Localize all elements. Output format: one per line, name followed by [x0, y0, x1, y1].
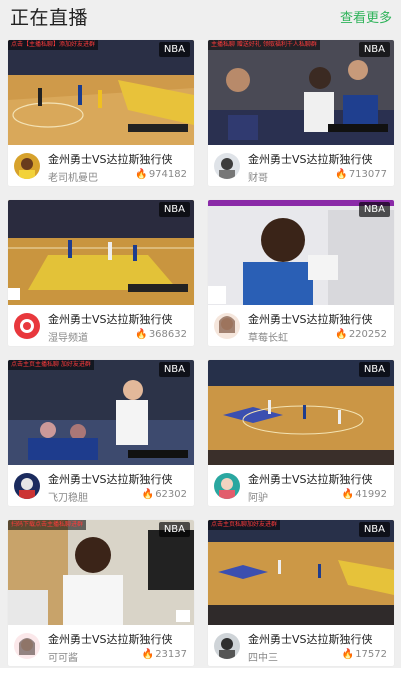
view-count-value: 220252 — [348, 329, 387, 340]
nba-badge: NBA — [358, 42, 390, 57]
streamer-name: 四中三 — [248, 653, 278, 664]
live-grid: 点击【主播私聊】添加好友进群 NBA 金州勇士VS达拉斯独行侠 老司机曼巴 🔥9… — [0, 0, 401, 675]
avatar[interactable] — [214, 633, 240, 659]
view-count-value: 368632 — [148, 329, 187, 340]
live-card[interactable]: 点击主页主播私聊 加好友进群 NBA 金州勇士VS达拉斯独行侠 飞刀稳胆 🔥62… — [8, 360, 194, 506]
card-info: 金州勇士VS达拉斯独行侠 飞刀稳胆 🔥62302 — [8, 465, 194, 506]
stream-thumbnail[interactable]: 点击主页主播私聊 加好友进群 NBA — [8, 360, 194, 465]
view-count: 🔥713077 — [335, 169, 387, 180]
avatar[interactable] — [214, 153, 240, 179]
fire-icon: 🔥 — [135, 169, 148, 180]
promo-overlay: 主播私聊 赠送好礼 领取福利千人私聊群 — [208, 40, 320, 50]
nba-badge: NBA — [158, 362, 190, 377]
view-count: 🔥62302 — [142, 489, 187, 500]
match-title: 金州勇士VS达拉斯独行侠 — [48, 633, 173, 646]
card-info: 金州勇士VS达拉斯独行侠 财哥 🔥713077 — [208, 145, 394, 186]
avatar[interactable] — [14, 313, 40, 339]
stream-thumbnail[interactable]: NBA — [208, 200, 394, 305]
nba-badge: NBA — [358, 202, 390, 217]
card-info: 金州勇士VS达拉斯独行侠 草莓长虹 🔥220252 — [208, 305, 394, 346]
streamer-name: 草莓长虹 — [248, 333, 288, 344]
promo-overlay: 点击主页主播私聊 加好友进群 — [8, 360, 94, 370]
live-card[interactable]: 主播私聊 赠送好礼 领取福利千人私聊群 NBA 金州勇士VS达拉斯独行侠 财哥 … — [208, 40, 394, 186]
nba-badge: NBA — [358, 522, 390, 537]
view-count: 🔥41992 — [342, 489, 387, 500]
view-count-value: 41992 — [355, 489, 387, 500]
promo-overlay: 点击主页私聊加好友进群 — [208, 520, 281, 530]
avatar[interactable] — [14, 633, 40, 659]
card-info: 金州勇士VS达拉斯独行侠 可可酱 🔥23137 — [8, 625, 194, 666]
nba-badge: NBA — [158, 42, 190, 57]
match-title: 金州勇士VS达拉斯独行侠 — [48, 153, 173, 166]
avatar[interactable] — [14, 473, 40, 499]
streamer-name: 湿导频道 — [48, 333, 88, 344]
promo-overlay: 扫码下载点击主播私聊进群 — [8, 520, 87, 530]
stream-thumbnail[interactable]: 主播私聊 赠送好礼 领取福利千人私聊群 NBA — [208, 40, 394, 145]
view-count: 🔥368632 — [135, 329, 187, 340]
fire-icon: 🔥 — [341, 489, 355, 500]
match-title: 金州勇士VS达拉斯独行侠 — [248, 153, 373, 166]
view-count-value: 713077 — [348, 169, 387, 180]
card-info: 金州勇士VS达拉斯独行侠 湿导频道 🔥368632 — [8, 305, 194, 346]
match-title: 金州勇士VS达拉斯独行侠 — [48, 313, 173, 326]
view-count-value: 17572 — [355, 649, 387, 660]
nba-badge: NBA — [358, 362, 390, 377]
fire-icon: 🔥 — [341, 649, 355, 660]
match-title: 金州勇士VS达拉斯独行侠 — [248, 313, 373, 326]
promo-overlay: 点击【主播私聊】添加好友进群 — [8, 40, 99, 50]
view-count: 🔥17572 — [342, 649, 387, 660]
view-count-value: 62302 — [155, 489, 187, 500]
card-info: 金州勇士VS达拉斯独行侠 老司机曼巴 🔥974182 — [8, 145, 194, 186]
view-count: 🔥220252 — [335, 329, 387, 340]
stream-thumbnail[interactable]: 点击【主播私聊】添加好友进群 NBA — [8, 40, 194, 145]
streamer-name: 飞刀稳胆 — [48, 493, 88, 504]
card-info: 金州勇士VS达拉斯独行侠 四中三 🔥17572 — [208, 625, 394, 666]
avatar[interactable] — [214, 313, 240, 339]
live-card[interactable]: 扫码下载点击主播私聊进群 NBA 金州勇士VS达拉斯独行侠 可可酱 🔥23137 — [8, 520, 194, 666]
live-card[interactable]: NBA 金州勇士VS达拉斯独行侠 阿驴 🔥41992 — [208, 360, 394, 506]
stream-thumbnail[interactable]: 点击主页私聊加好友进群 NBA — [208, 520, 394, 625]
bottom-tab-bar[interactable] — [0, 668, 401, 675]
streamer-name: 阿驴 — [248, 493, 268, 504]
view-count: 🔥974182 — [135, 169, 187, 180]
stream-thumbnail[interactable]: 扫码下载点击主播私聊进群 NBA — [8, 520, 194, 625]
live-card[interactable]: NBA 金州勇士VS达拉斯独行侠 草莓长虹 🔥220252 — [208, 200, 394, 346]
fire-icon: 🔥 — [335, 329, 348, 340]
fire-icon: 🔥 — [135, 329, 148, 340]
nba-badge: NBA — [158, 202, 190, 217]
card-info: 金州勇士VS达拉斯独行侠 阿驴 🔥41992 — [208, 465, 394, 506]
stream-thumbnail[interactable]: NBA — [8, 200, 194, 305]
streamer-name: 可可酱 — [48, 653, 78, 664]
stream-thumbnail[interactable]: NBA — [208, 360, 394, 465]
avatar[interactable] — [14, 153, 40, 179]
live-card[interactable]: NBA 金州勇士VS达拉斯独行侠 湿导频道 🔥368632 — [8, 200, 194, 346]
view-count: 🔥23137 — [142, 649, 187, 660]
live-card[interactable]: 点击主页私聊加好友进群 NBA 金州勇士VS达拉斯独行侠 四中三 🔥17572 — [208, 520, 394, 666]
fire-icon: 🔥 — [141, 649, 155, 660]
streamer-name: 财哥 — [248, 173, 268, 184]
streamer-name: 老司机曼巴 — [48, 173, 98, 184]
view-count-value: 974182 — [148, 169, 187, 180]
live-card[interactable]: 点击【主播私聊】添加好友进群 NBA 金州勇士VS达拉斯独行侠 老司机曼巴 🔥9… — [8, 40, 194, 186]
match-title: 金州勇士VS达拉斯独行侠 — [48, 473, 173, 486]
avatar[interactable] — [214, 473, 240, 499]
fire-icon: 🔥 — [141, 489, 155, 500]
match-title: 金州勇士VS达拉斯独行侠 — [248, 473, 373, 486]
nba-badge: NBA — [158, 522, 190, 537]
match-title: 金州勇士VS达拉斯独行侠 — [248, 633, 373, 646]
view-count-value: 23137 — [155, 649, 187, 660]
fire-icon: 🔥 — [335, 169, 348, 180]
